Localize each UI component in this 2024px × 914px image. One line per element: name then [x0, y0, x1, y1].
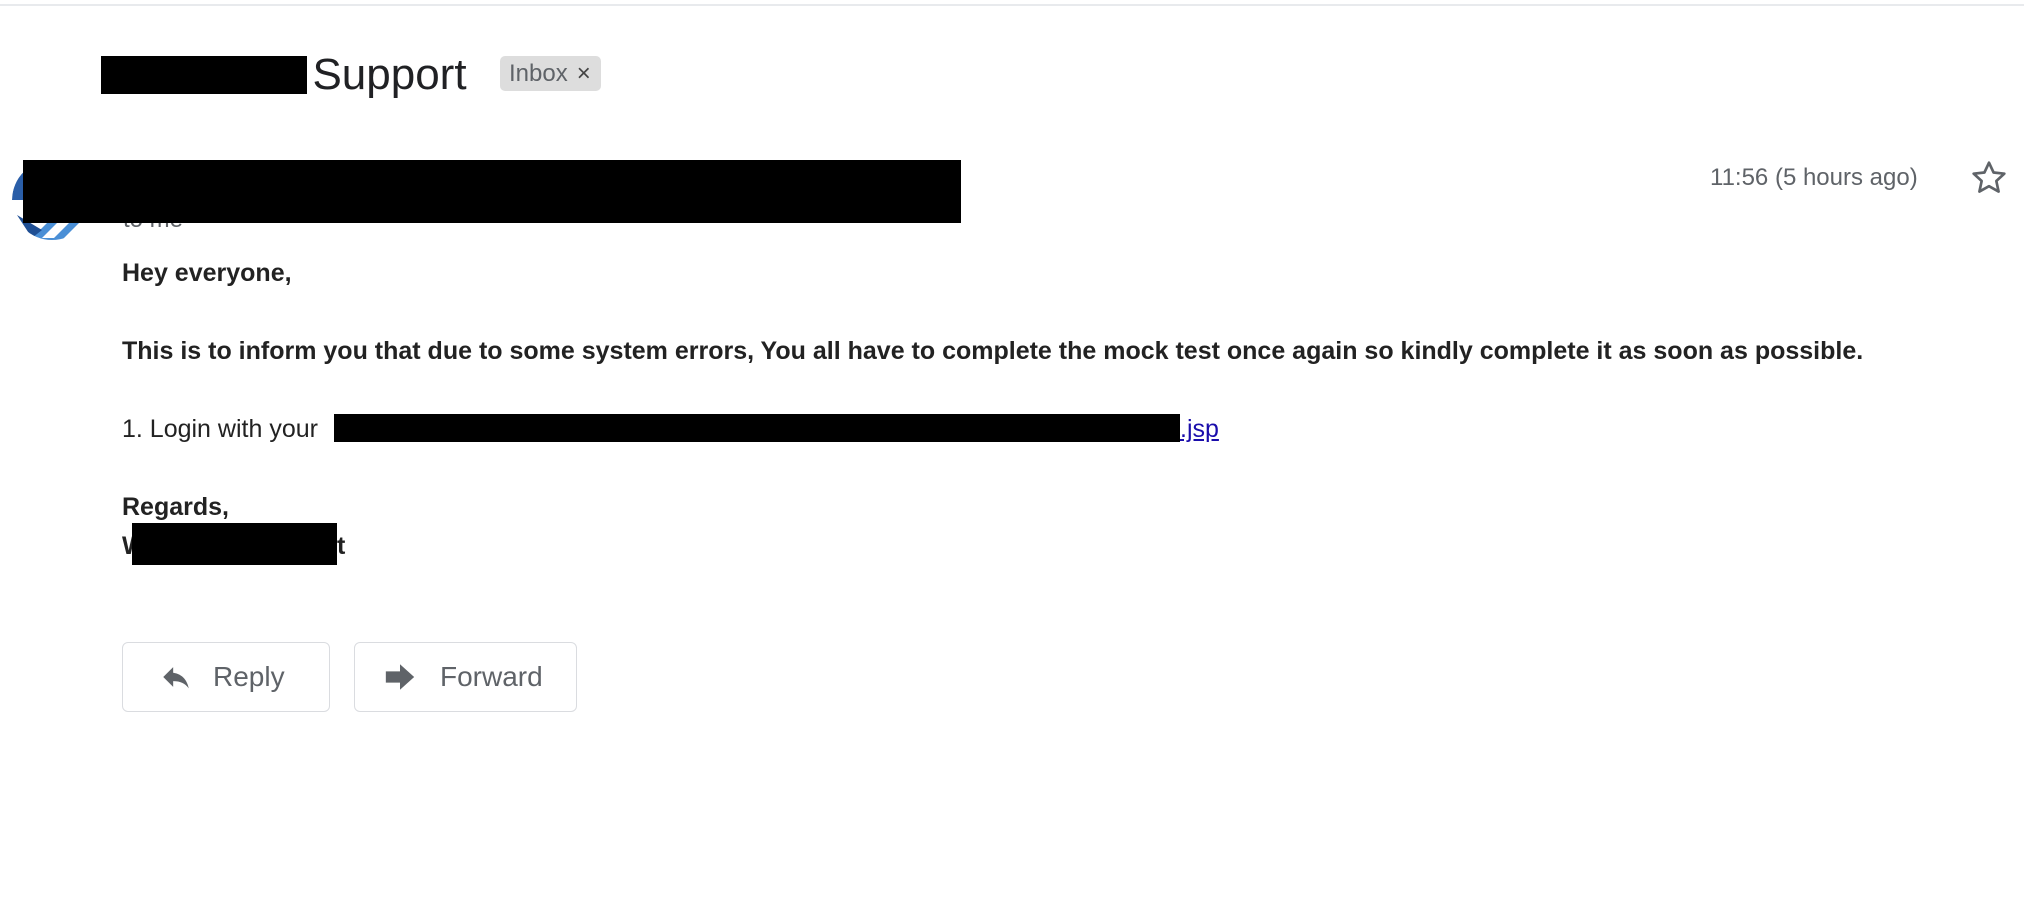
- reply-button[interactable]: Reply: [122, 642, 330, 712]
- login-instruction: 1. Login with your: [122, 415, 318, 443]
- top-divider: [0, 4, 2024, 6]
- body-paragraph: This is to inform you that due to some s…: [122, 337, 1864, 365]
- forward-button[interactable]: Forward: [354, 642, 577, 712]
- forward-icon: [383, 660, 417, 694]
- greeting-text: Hey everyone,: [122, 259, 292, 287]
- forward-label: Forward: [440, 661, 543, 692]
- inbox-label-chip[interactable]: Inbox ×: [500, 56, 601, 91]
- reply-label: Reply: [213, 661, 285, 692]
- sender-redaction: [23, 160, 961, 223]
- message-timestamp: 11:56 (5 hours ago): [1710, 164, 1918, 191]
- email-subject: t Support: [288, 50, 467, 99]
- star-icon[interactable]: [1969, 158, 2009, 198]
- login-link[interactable]: .jsp: [1180, 413, 1219, 445]
- reply-icon: [159, 660, 193, 694]
- inbox-label-text: Inbox: [509, 59, 568, 87]
- remove-label-icon[interactable]: ×: [577, 60, 591, 88]
- signature-tail: t: [337, 532, 346, 560]
- regards-text: Regards,: [122, 493, 229, 521]
- signature-redaction: [132, 523, 337, 565]
- login-redaction: [334, 414, 1180, 442]
- subject-redaction: [101, 56, 307, 94]
